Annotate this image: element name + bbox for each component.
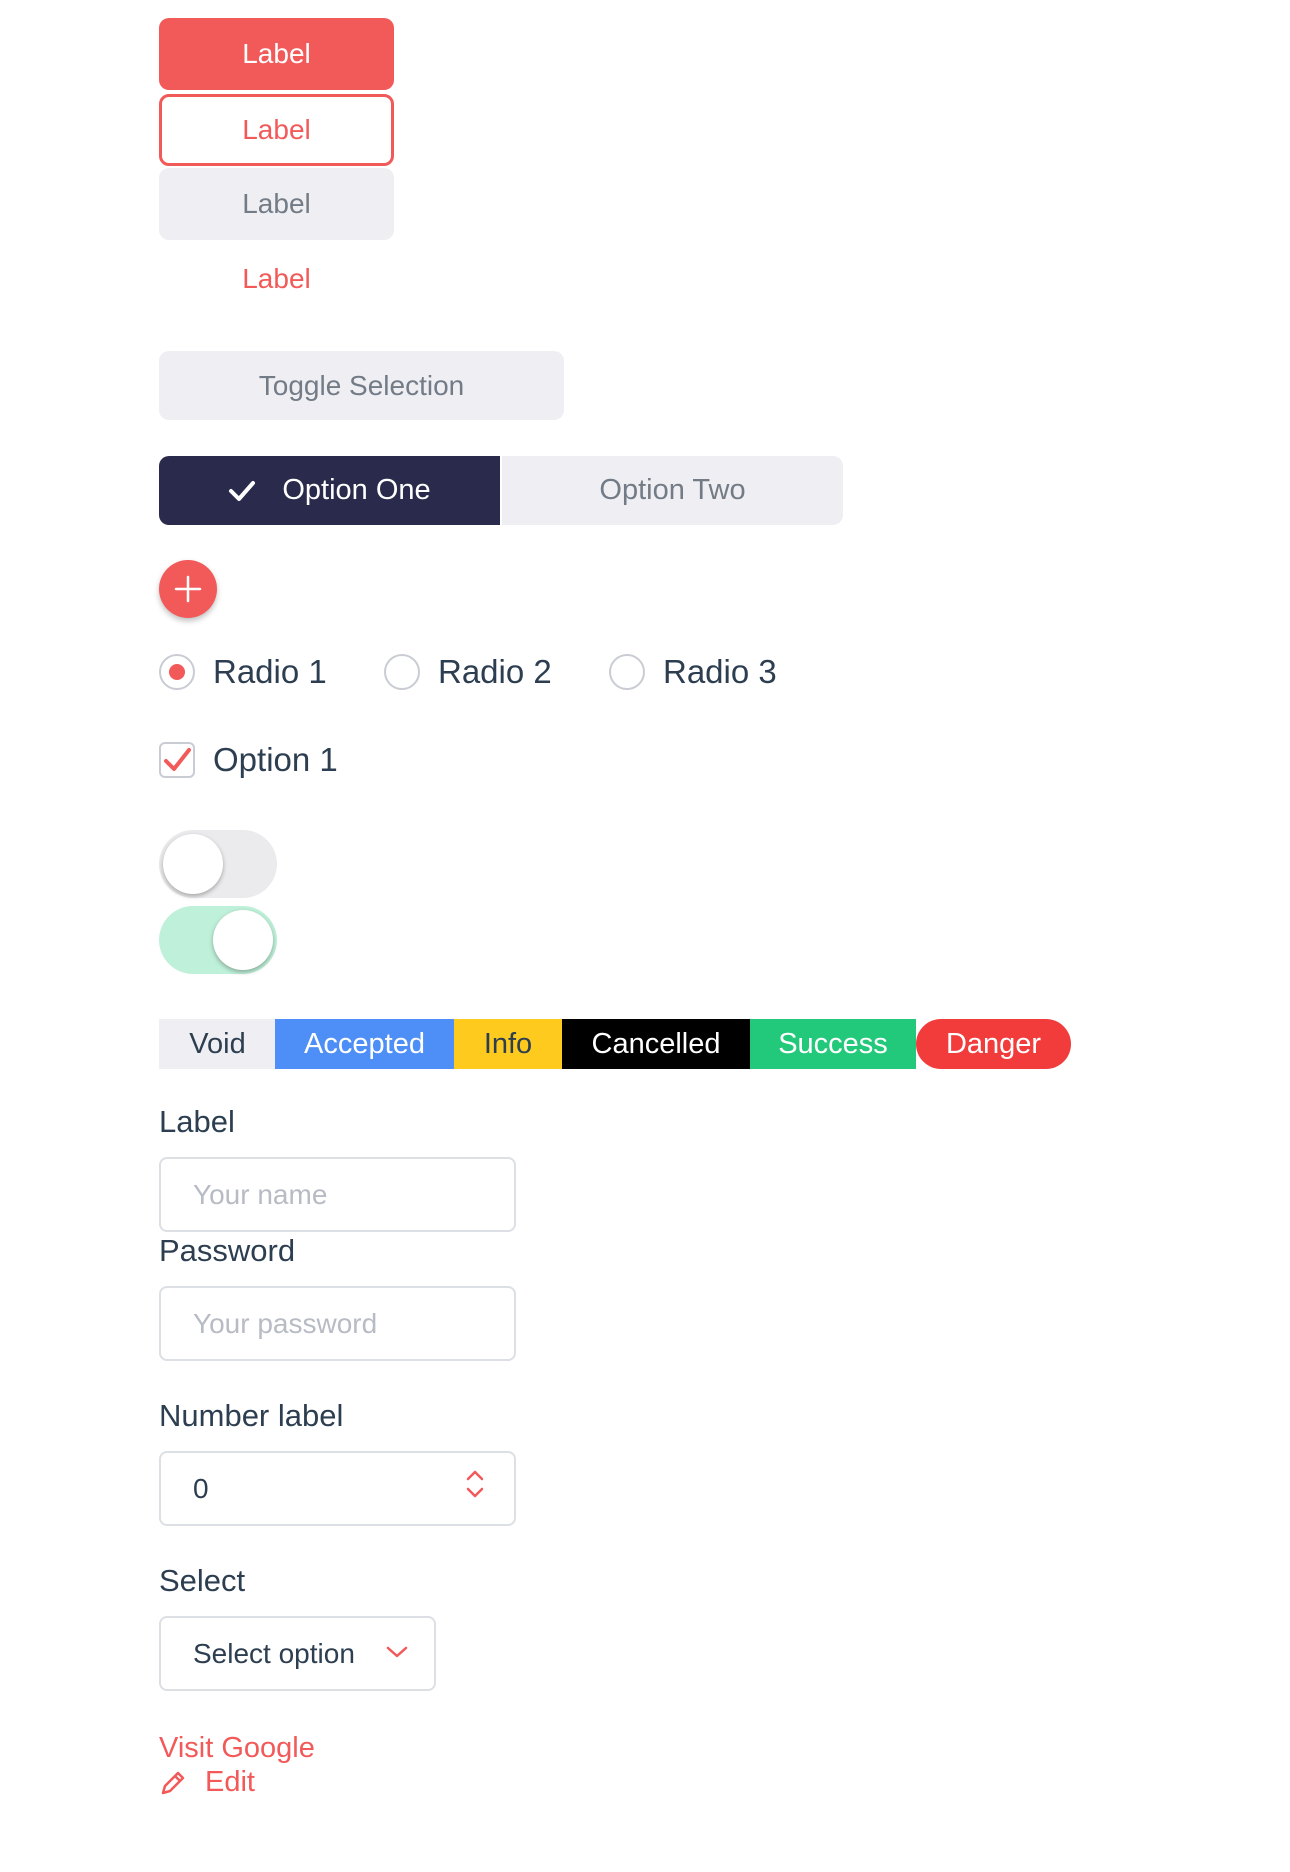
segment-option-one-label: Option One bbox=[282, 474, 431, 506]
add-fab-button[interactable] bbox=[159, 560, 217, 618]
primary-button[interactable]: Label bbox=[159, 18, 394, 90]
pencil-icon bbox=[159, 1769, 187, 1797]
radio-2[interactable]: Radio 2 bbox=[384, 653, 552, 690]
radio-3[interactable]: Radio 3 bbox=[609, 653, 777, 690]
text-button[interactable]: Label bbox=[159, 243, 394, 315]
segment-option-two[interactable]: Option Two bbox=[502, 456, 843, 525]
radio-2-circle[interactable] bbox=[384, 654, 420, 690]
edit-link[interactable]: Edit bbox=[159, 1766, 255, 1799]
checkbox-option-1[interactable]: Option 1 bbox=[159, 741, 338, 778]
checkbox-label: Option 1 bbox=[213, 741, 338, 778]
outline-button[interactable]: Label bbox=[159, 94, 394, 166]
toggle-switch-on[interactable] bbox=[159, 906, 277, 974]
number-stepper[interactable] bbox=[465, 1469, 485, 1499]
number-input[interactable]: 0 bbox=[159, 1451, 516, 1526]
radio-2-label: Radio 2 bbox=[438, 653, 552, 690]
number-value: 0 bbox=[193, 1472, 209, 1504]
toggle-selection-button[interactable]: Toggle Selection bbox=[159, 351, 564, 420]
select-value: Select option bbox=[193, 1637, 355, 1669]
radio-1-label: Radio 1 bbox=[213, 653, 327, 690]
plus-icon bbox=[173, 574, 203, 604]
password-field-label: Password bbox=[159, 1233, 296, 1268]
chevron-down-icon bbox=[385, 1645, 409, 1659]
chevron-up-icon[interactable] bbox=[465, 1469, 485, 1481]
name-placeholder: Your name bbox=[193, 1178, 328, 1210]
chevron-down-icon[interactable] bbox=[465, 1487, 485, 1499]
toggle-switch-off[interactable] bbox=[159, 830, 277, 898]
edit-link-label: Edit bbox=[205, 1766, 255, 1798]
light-button[interactable]: Label bbox=[159, 168, 394, 240]
select-dropdown[interactable]: Select option bbox=[159, 1616, 436, 1691]
switch-knob bbox=[213, 910, 273, 970]
segment-option-one[interactable]: Option One bbox=[159, 456, 500, 525]
badge-success: Success bbox=[750, 1019, 916, 1069]
badge-danger: Danger bbox=[916, 1019, 1071, 1069]
switch-knob bbox=[163, 834, 223, 894]
radio-3-label: Radio 3 bbox=[663, 653, 777, 690]
password-input[interactable]: Your password bbox=[159, 1286, 516, 1361]
password-placeholder: Your password bbox=[193, 1307, 378, 1339]
checkbox-box[interactable] bbox=[159, 742, 195, 778]
visit-google-link[interactable]: Visit Google bbox=[159, 1732, 315, 1765]
select-field-label: Select bbox=[159, 1563, 246, 1598]
badge-info: Info bbox=[454, 1019, 562, 1069]
name-field-label: Label bbox=[159, 1104, 235, 1139]
number-field-label: Number label bbox=[159, 1398, 344, 1433]
radio-1[interactable]: Radio 1 bbox=[159, 653, 327, 690]
radio-1-circle[interactable] bbox=[159, 654, 195, 690]
check-icon bbox=[228, 480, 256, 502]
name-input[interactable]: Your name bbox=[159, 1157, 516, 1232]
badge-cancelled: Cancelled bbox=[562, 1019, 750, 1069]
radio-3-circle[interactable] bbox=[609, 654, 645, 690]
badge-void: Void bbox=[159, 1019, 276, 1069]
checkmark-icon bbox=[164, 748, 191, 771]
badge-accepted: Accepted bbox=[275, 1019, 454, 1069]
